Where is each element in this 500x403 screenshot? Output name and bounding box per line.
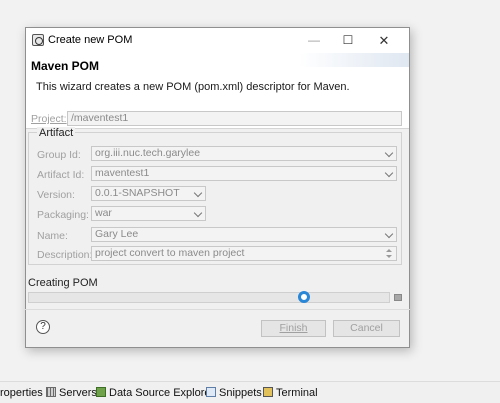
footer-separator [25, 309, 410, 310]
servers-icon [46, 387, 56, 397]
close-button[interactable]: ✕ [367, 28, 401, 53]
version-label: Version: [37, 189, 75, 201]
progress-label: Creating POM [28, 277, 98, 289]
help-icon[interactable]: ? [36, 320, 50, 334]
tab-label: roperties [0, 387, 43, 399]
page-title: Maven POM [31, 59, 100, 73]
title-bar: Create new POM — ☐ ✕ [26, 28, 409, 53]
tab-servers[interactable]: Servers [46, 387, 97, 399]
data-source-explorer-icon [96, 387, 106, 397]
window-title: Create new POM [48, 34, 133, 46]
terminal-icon [263, 387, 273, 397]
stop-icon[interactable] [394, 294, 402, 301]
cancel-button[interactable]: Cancel [333, 320, 400, 337]
page-description: This wizard creates a new POM (pom.xml) … [36, 81, 350, 93]
tab-label: Snippets [219, 387, 262, 399]
minimize-button[interactable]: — [297, 28, 331, 53]
finish-button[interactable]: Finish [261, 320, 326, 337]
name-combo[interactable]: Gary Lee [91, 227, 397, 242]
version-combo[interactable]: 0.0.1-SNAPSHOT [91, 186, 206, 201]
eclipse-app-icon [32, 34, 44, 46]
scroll-down-arrow-icon [386, 255, 392, 258]
project-field[interactable]: /maventest1 [67, 111, 402, 126]
group-id-combo[interactable]: org.iii.nuc.tech.garylee [91, 146, 397, 161]
packaging-label: Packaging: [37, 209, 89, 221]
description-value: project convert to maven project [95, 247, 245, 259]
artifact-id-combo[interactable]: maventest1 [91, 166, 397, 181]
project-label: Project: [31, 113, 67, 125]
view-tab-strip: roperties Servers Data Source Explorer S… [0, 381, 500, 403]
tab-properties[interactable]: roperties [0, 387, 43, 399]
tab-data-source-explorer[interactable]: Data Source Explorer [96, 387, 214, 399]
description-field[interactable]: project convert to maven project [91, 246, 397, 261]
tab-terminal[interactable]: Terminal [263, 387, 318, 399]
tab-snippets[interactable]: Snippets [206, 387, 262, 399]
tab-label: Terminal [276, 387, 318, 399]
scroll-up-arrow-icon [386, 249, 392, 252]
artifact-group-title: Artifact [37, 127, 76, 139]
header-banner-image [299, 53, 409, 67]
maximize-button[interactable]: ☐ [331, 28, 365, 53]
snippets-icon [206, 387, 216, 397]
busy-spinner-icon [298, 291, 310, 303]
artifact-id-label: Artifact Id: [37, 169, 85, 181]
progress-bar [28, 292, 390, 303]
description-label: Description: [37, 249, 93, 261]
tab-label: Data Source Explorer [109, 387, 215, 399]
name-label: Name: [37, 230, 68, 242]
tab-label: Servers [59, 387, 97, 399]
packaging-combo[interactable]: war [91, 206, 206, 221]
group-id-label: Group Id: [37, 149, 81, 161]
